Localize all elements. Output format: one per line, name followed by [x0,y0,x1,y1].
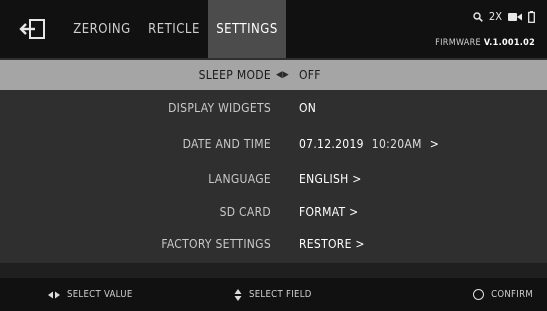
battery-icon [528,10,535,23]
divider [0,263,547,278]
date-value: 07.12.2019 [299,137,364,151]
setting-value[interactable]: OFF [299,60,321,90]
up-down-arrows-icon [234,288,242,301]
hint-label: CONFIRM [491,289,533,300]
tab-settings[interactable]: SETTINGS [208,0,286,58]
setting-row-factory-settings[interactable]: FACTORY SETTINGS RESTORE > [0,228,547,260]
setting-row-language[interactable]: LANGUAGE ENGLISH > [0,163,547,195]
firmware-label: FIRMWARE [435,38,484,48]
hint-select-value: SELECT VALUE [48,278,133,311]
firmware-version: FIRMWARE V.1.001.02 [435,38,535,48]
setting-value[interactable]: ENGLISH > [299,163,362,195]
left-right-arrows-icon [48,291,60,298]
setting-label: SD CARD [219,205,271,219]
bottom-hint-bar: SELECT VALUE SELECT FIELD CONFIRM [0,278,547,311]
circle-button-icon [473,289,485,300]
setting-label: DATE AND TIME [182,137,271,151]
exit-icon [19,19,45,39]
time-value: 10:20AM [371,137,422,151]
left-right-arrows-icon: ◀▶ [276,70,290,80]
chevron-right-icon: > [429,137,440,151]
exit-button[interactable] [16,16,50,42]
firmware-number: V.1.001.02 [483,38,535,48]
setting-label: LANGUAGE [208,172,271,186]
hint-select-field: SELECT FIELD [234,278,312,311]
hint-confirm: CONFIRM [473,278,533,311]
setting-value[interactable]: FORMAT > [299,196,358,228]
zoom-level: 2X [488,10,502,23]
magnifier-icon [473,11,483,22]
setting-label: FACTORY SETTINGS [161,237,271,251]
setting-value[interactable]: 07.12.2019 10:20AM > [299,128,439,160]
setting-row-display-widgets[interactable]: DISPLAY WIDGETS ON [0,92,547,124]
tab-reticle[interactable]: RETICLE [140,0,208,58]
hint-label: SELECT VALUE [67,289,133,300]
status-indicators: 2X [473,10,535,23]
setting-row-sleep-mode[interactable]: SLEEP MODE ◀▶ OFF [0,60,547,90]
setting-label: DISPLAY WIDGETS [168,101,271,115]
tab-zeroing[interactable]: ZEROING [64,0,140,58]
setting-value[interactable]: RESTORE > [299,228,365,260]
settings-list: SLEEP MODE ◀▶ OFF DISPLAY WIDGETS ON DAT… [0,58,547,263]
setting-row-sd-card[interactable]: SD CARD FORMAT > [0,196,547,228]
setting-value[interactable]: ON [299,92,316,124]
setting-label: SLEEP MODE [198,68,271,82]
hint-label: SELECT FIELD [249,289,312,300]
camera-icon [508,12,522,21]
setting-row-date-and-time[interactable]: DATE AND TIME 07.12.2019 10:20AM > [0,128,547,160]
top-bar: ZEROING RETICLE SETTINGS 2X FIRMWARE V.1… [0,0,547,58]
